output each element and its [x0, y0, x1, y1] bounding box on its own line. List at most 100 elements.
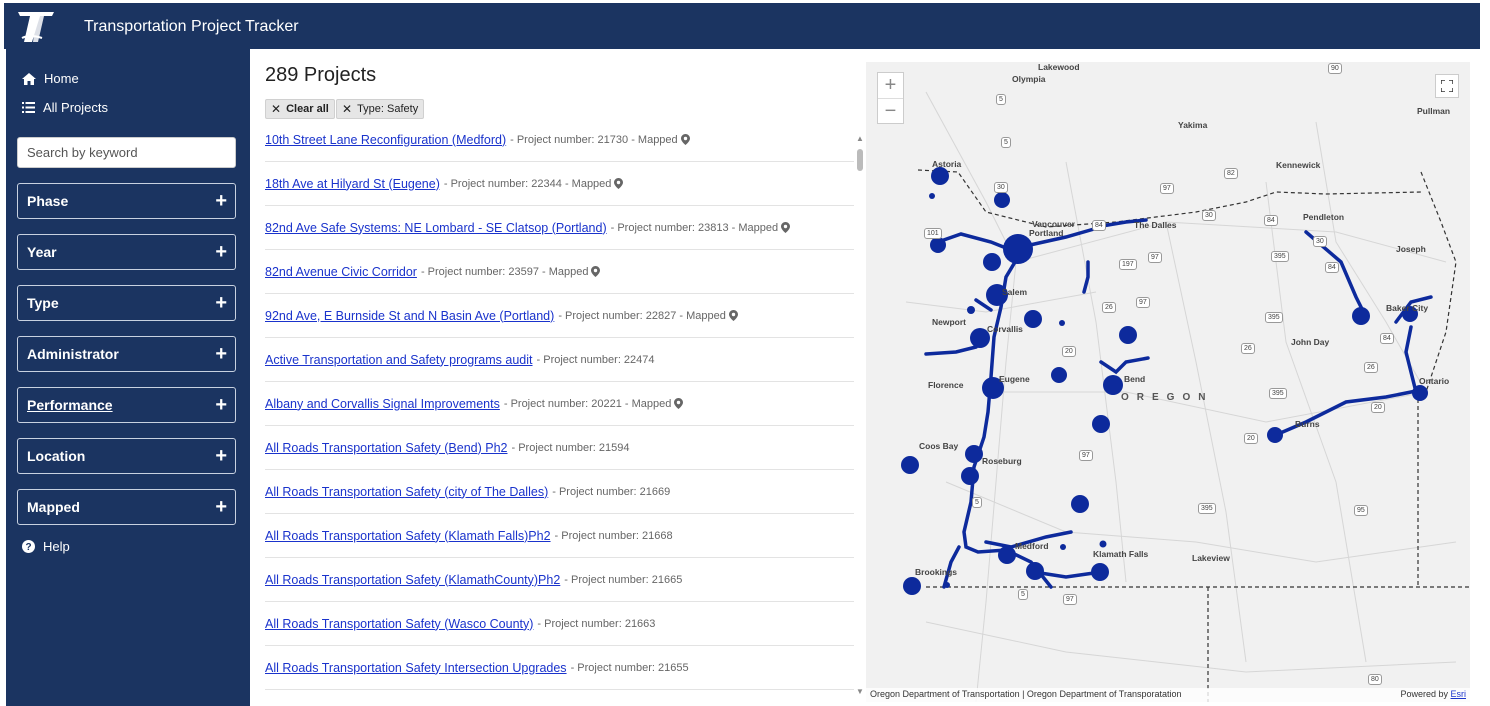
highway-shield: 80 — [1368, 674, 1382, 685]
filter-phase[interactable]: Phase + — [17, 183, 236, 219]
clear-all-chip[interactable]: ✕ Clear all — [265, 99, 335, 119]
map-pin-icon — [781, 222, 791, 233]
map-place-label: Medford — [1015, 541, 1049, 551]
project-row: 18th Ave at Hilyard St (Eugene) - Project… — [265, 162, 854, 206]
project-link[interactable]: All Roads Transportation Safety (Wasco C… — [265, 617, 533, 631]
nav-home[interactable]: Home — [22, 71, 79, 86]
home-icon — [22, 72, 36, 85]
project-link[interactable]: Active Transportation and Safety program… — [265, 353, 533, 367]
esri-link[interactable]: Esri — [1451, 689, 1467, 699]
project-link[interactable]: 10th Street Lane Reconfiguration (Medfor… — [265, 133, 506, 147]
highway-shield: 20 — [1244, 433, 1258, 444]
app-title: Transportation Project Tracker — [84, 18, 299, 35]
scroll-down-arrow-icon[interactable]: ▼ — [856, 687, 864, 696]
map-pin-icon — [591, 266, 601, 277]
type-filter-chip[interactable]: ✕ Type: Safety — [336, 99, 425, 119]
fullscreen-icon — [1441, 80, 1453, 92]
map-pin-icon — [614, 178, 624, 189]
map-place-label: Roseburg — [982, 456, 1022, 466]
filter-location[interactable]: Location + — [17, 438, 236, 474]
highway-shield: 5 — [1001, 137, 1011, 148]
project-row: All Roads Transportation Safety (city of… — [265, 470, 854, 514]
project-row: 10th Street Lane Reconfiguration (Medfor… — [265, 118, 854, 162]
plus-icon: + — [215, 292, 227, 314]
highway-shield: 82 — [1224, 168, 1238, 179]
plus-icon: + — [215, 445, 227, 467]
map-place-label: Burns — [1295, 419, 1320, 429]
project-link[interactable]: All Roads Transportation Safety (city of… — [265, 485, 548, 499]
project-map[interactable]: Lakewood Olympia Yakima Pullman Astoria Kenne… — [866, 62, 1470, 702]
close-icon: ✕ — [342, 102, 353, 116]
project-link[interactable]: All Roads Transportation Safety (Bend) P… — [265, 441, 508, 455]
project-link[interactable]: 18th Ave at Hilyard St (Eugene) — [265, 177, 440, 191]
project-link[interactable]: All Roads Transportation Safety (Klamath… — [265, 529, 551, 543]
map-place-label: Olympia — [1012, 74, 1046, 84]
filter-administrator[interactable]: Administrator + — [17, 336, 236, 372]
project-row: 82nd Ave Safe Systems: NE Lombard - SE C… — [265, 206, 854, 250]
map-place-label: Ontario — [1419, 376, 1450, 386]
clear-all-label: Clear all — [286, 103, 329, 115]
agency-logo-icon[interactable] — [16, 8, 56, 46]
filter-year-label: Year — [27, 244, 57, 260]
filter-administrator-label: Administrator — [27, 346, 119, 362]
project-meta: - Project number: 21655 — [571, 662, 689, 674]
scroll-thumb[interactable] — [857, 149, 863, 171]
highway-shield: 5 — [972, 497, 982, 508]
project-link[interactable]: Albany and Corvallis Signal Improvements — [265, 397, 500, 411]
project-row: Albany and Corvallis Signal Improvements… — [265, 382, 854, 426]
project-meta-text: - Project number: 21663 — [537, 617, 656, 630]
project-meta: - Project number: 22474 — [537, 354, 655, 366]
project-link[interactable]: 82nd Ave Safe Systems: NE Lombard - SE C… — [265, 221, 607, 235]
project-link[interactable]: 82nd Avenue Civic Corridor — [265, 265, 417, 279]
project-link[interactable]: 92nd Ave, E Burnside St and N Basin Ave … — [265, 309, 554, 323]
map-place-label: Lakewood — [1038, 62, 1080, 72]
highway-shield: 30 — [1202, 210, 1216, 221]
map-place-label: The Dalles — [1134, 220, 1177, 230]
highway-shield: 30 — [994, 182, 1008, 193]
top-bar: Transportation Project Tracker — [4, 3, 1480, 49]
map-pin-icon — [680, 134, 690, 145]
filter-year[interactable]: Year + — [17, 234, 236, 270]
fullscreen-button[interactable] — [1435, 74, 1459, 98]
filter-type[interactable]: Type + — [17, 285, 236, 321]
project-meta: - Project number: 21594 — [512, 442, 630, 454]
project-meta-text: - Project number: 22474 — [536, 353, 655, 366]
project-meta-text: - Project number: 21594 — [511, 441, 630, 454]
list-scrollbar[interactable]: ▲ ▼ — [854, 134, 866, 696]
highway-shield: 395 — [1265, 312, 1283, 323]
highway-shield: 97 — [1136, 297, 1150, 308]
zoom-in-button[interactable]: + — [878, 73, 903, 98]
filter-mapped[interactable]: Mapped + — [17, 489, 236, 525]
map-place-label: Salem — [1002, 287, 1028, 297]
project-link[interactable]: All Roads Transportation Safety (Klamath… — [265, 573, 560, 587]
project-list-panel: 289 Projects ✕ Clear all ✕ Type: Safety … — [250, 49, 866, 706]
filter-performance[interactable]: Performance + — [17, 387, 236, 423]
nav-help[interactable]: ? Help — [22, 539, 70, 554]
highway-shield: 5 — [996, 94, 1006, 105]
highway-shield: 84 — [1092, 220, 1106, 231]
search-input[interactable] — [17, 137, 236, 168]
plus-icon: + — [215, 241, 227, 263]
powered-by: Powered by Esri — [1400, 689, 1466, 701]
project-meta-text: - Project number: 21668 — [554, 529, 673, 542]
map-place-label: Baker City — [1386, 303, 1429, 313]
project-meta: - Project number: 20221 - Mapped — [504, 398, 684, 410]
project-meta: - Project number: 22344 - Mapped — [444, 178, 624, 190]
nav-all-projects-label: All Projects — [43, 100, 109, 115]
filter-type-label: Type — [27, 295, 59, 311]
project-meta: - Project number: 21669 — [552, 486, 670, 498]
highway-shield: 197 — [1119, 259, 1137, 270]
highway-shield: 26 — [1102, 302, 1116, 313]
project-meta: - Project number: 21665 — [564, 574, 682, 586]
highway-shield: 84 — [1380, 333, 1394, 344]
project-row: All Roads Transportation Safety (Bend) P… — [265, 426, 854, 470]
zoom-out-button[interactable]: − — [878, 98, 903, 123]
project-link[interactable]: All Roads Transportation Safety Intersec… — [265, 661, 567, 675]
app-root: Transportation Project Tracker Home All … — [0, 0, 1490, 706]
highway-shield: 84 — [1264, 215, 1278, 226]
type-filter-label: Type: Safety — [357, 103, 419, 115]
nav-all-projects[interactable]: All Projects — [22, 100, 108, 115]
highway-shield: 84 — [1325, 262, 1339, 273]
scroll-up-arrow-icon[interactable]: ▲ — [856, 134, 864, 143]
project-row: All Roads Transportation Safety (Klamath… — [265, 514, 854, 558]
